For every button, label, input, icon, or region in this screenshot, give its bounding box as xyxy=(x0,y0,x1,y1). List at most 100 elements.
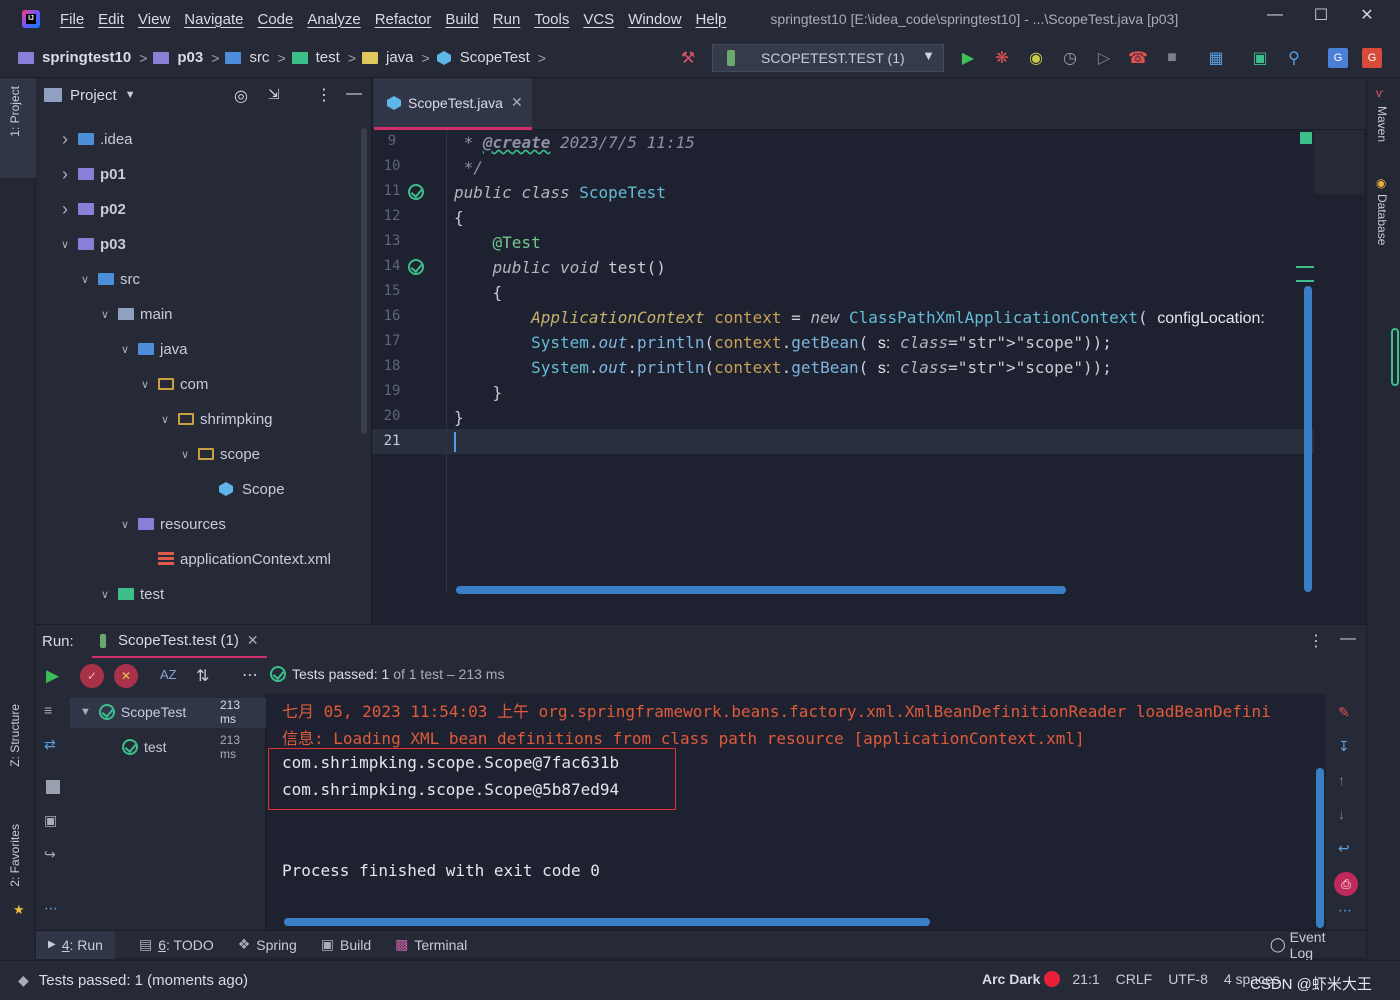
scroll-to-end-icon[interactable]: ↧ xyxy=(1338,738,1350,755)
test-passed-check-icon[interactable] xyxy=(408,184,424,200)
project-view-selector[interactable]: Project xyxy=(70,87,117,104)
tool-tab-database[interactable]: Database xyxy=(1375,194,1389,245)
run-icon[interactable]: ▶ xyxy=(958,48,978,68)
hide-panel-icon[interactable]: — xyxy=(1340,630,1356,648)
tree-item-test[interactable]: ∨ test xyxy=(98,581,164,607)
code-line[interactable]: } xyxy=(454,380,503,405)
breadcrumb-item-module[interactable]: p03 > xyxy=(153,49,225,66)
tool-tab-terminal[interactable]: ▩ Terminal xyxy=(395,936,467,953)
tree-item-shrimpking[interactable]: ∨ shrimpking xyxy=(158,406,273,432)
tree-item--idea[interactable]: › .idea xyxy=(58,126,133,152)
collapse-all-icon[interactable]: ⇲ xyxy=(268,86,280,103)
close-tab-icon[interactable]: ✕ xyxy=(247,632,259,649)
breadcrumb-item-src[interactable]: src > xyxy=(225,49,291,66)
project-structure-icon[interactable]: ▦ xyxy=(1206,48,1226,68)
code-line[interactable]: public void test() xyxy=(454,255,666,280)
code-line[interactable]: public class ScopeTest xyxy=(454,180,666,205)
event-log-button[interactable]: ◯ Event Log xyxy=(1270,929,1342,961)
code-line[interactable]: */ xyxy=(454,155,483,180)
close-window-button[interactable]: ✕ xyxy=(1344,0,1390,30)
line-separator[interactable]: CRLF xyxy=(1116,971,1153,987)
chevron-down-icon[interactable]: ∨ xyxy=(158,413,172,426)
code-editor[interactable]: 9 * @create 2023/7/5 11:15 10 */ 11 public … xyxy=(372,130,1366,594)
build-hammer-icon[interactable]: ⚒ xyxy=(678,48,698,68)
test-node-scopetest[interactable]: ▼ ScopeTest 213 ms xyxy=(80,698,240,726)
menu-window[interactable]: Window xyxy=(628,11,681,28)
tree-item-p01[interactable]: › p01 xyxy=(58,161,126,187)
minimize-button[interactable]: — xyxy=(1252,0,1298,30)
test-node-test[interactable]: test 213 ms xyxy=(122,733,240,761)
console-horizontal-scrollbar[interactable] xyxy=(284,918,930,926)
locate-file-icon[interactable]: ◎ xyxy=(234,86,248,106)
show-ignored-icon[interactable]: ✕ xyxy=(114,664,138,688)
menu-run[interactable]: Run xyxy=(493,11,521,28)
console-output[interactable]: 七月 05, 2023 11:54:03 上午 org.springframew… xyxy=(266,694,1326,930)
editor-horizontal-scrollbar[interactable] xyxy=(456,586,1066,594)
editor-vertical-scrollbar[interactable] xyxy=(1304,286,1312,592)
translate-icon[interactable]: G xyxy=(1328,48,1348,68)
menu-build[interactable]: Build xyxy=(445,11,478,28)
breadcrumb-item-test[interactable]: test > xyxy=(291,49,362,66)
breadcrumb-item-class[interactable]: ScopeTest > xyxy=(436,49,552,66)
breadcrumb-item-project[interactable]: springtest10 > xyxy=(18,49,153,66)
more-icon[interactable]: ⋯ xyxy=(44,900,58,917)
screenshot-icon[interactable]: ▣ xyxy=(44,812,57,829)
code-line[interactable]: ApplicationContext context = new ClassPa… xyxy=(454,305,1265,330)
code-line[interactable]: } xyxy=(454,405,464,430)
menu-analyze[interactable]: Analyze xyxy=(307,11,360,28)
sort-alpha-icon[interactable]: AZ xyxy=(160,667,177,682)
up-arrow-icon[interactable]: ↑ xyxy=(1338,772,1345,788)
tree-item-java[interactable]: ∨ java xyxy=(118,336,188,362)
tool-tab-maven[interactable]: Maven xyxy=(1375,106,1389,142)
code-line[interactable]: { xyxy=(454,205,464,230)
exit-icon[interactable]: ↪ xyxy=(44,846,56,863)
chevron-right-icon[interactable]: › xyxy=(58,164,72,185)
tool-tab-spring[interactable]: ❖ Spring xyxy=(238,936,297,953)
chevron-down-icon[interactable]: ∨ xyxy=(118,343,132,356)
tool-tab-todo[interactable]: ▤ 6: TODO xyxy=(139,936,214,953)
chevron-down-icon[interactable]: ∨ xyxy=(178,448,192,461)
tree-item-resources[interactable]: ∨ resources xyxy=(118,511,226,537)
tree-item-scope[interactable]: Scope xyxy=(198,476,285,502)
stop-icon[interactable] xyxy=(46,780,60,794)
more-actions-icon[interactable]: ⋯ xyxy=(242,665,258,685)
breadcrumb-item-java[interactable]: java > xyxy=(362,49,436,66)
code-line[interactable]: { xyxy=(454,280,503,305)
menu-file[interactable]: File xyxy=(60,11,84,28)
wrap-icon[interactable]: ≡ xyxy=(44,702,52,718)
sort-duration-icon[interactable]: ⇅ xyxy=(196,666,209,686)
options-icon[interactable]: ⋮ xyxy=(1308,631,1324,651)
menu-edit[interactable]: Edit xyxy=(98,11,124,28)
tool-tab-run[interactable]: ▶ 4: Run xyxy=(36,930,115,959)
toggle-icon[interactable]: ⇄ xyxy=(44,736,56,753)
inspection-ok-icon[interactable] xyxy=(1300,132,1312,144)
tree-item-p03[interactable]: ∨ p03 xyxy=(58,231,126,257)
menu-navigate[interactable]: Navigate xyxy=(184,11,243,28)
tree-item-src[interactable]: ∨ src xyxy=(78,266,140,292)
search-icon[interactable]: ⚲ xyxy=(1284,48,1304,68)
code-line[interactable]: System.out.println(context.getBean( s: c… xyxy=(454,355,1112,380)
menu-code[interactable]: Code xyxy=(257,11,293,28)
maximize-button[interactable]: ☐ xyxy=(1298,0,1344,30)
terminal-icon[interactable]: ▣ xyxy=(1250,48,1270,68)
down-arrow-icon[interactable]: ↓ xyxy=(1338,806,1345,822)
console-vertical-scrollbar[interactable] xyxy=(1316,768,1324,928)
chevron-down-icon[interactable]: ∨ xyxy=(138,378,152,391)
chevron-down-icon[interactable]: ∨ xyxy=(118,518,132,531)
menu-help[interactable]: Help xyxy=(696,11,727,28)
chevron-down-icon[interactable]: ▼ xyxy=(125,89,136,101)
code-line[interactable]: @Test xyxy=(454,230,541,255)
stop-icon[interactable]: ■ xyxy=(1162,48,1182,68)
tree-item-applicationcontext-xml[interactable]: applicationContext.xml xyxy=(138,546,331,572)
tree-item-main[interactable]: ∨ main xyxy=(98,301,173,327)
run-configuration-select[interactable]: SCOPETEST.TEST (1) ▼ xyxy=(712,44,944,72)
rerun-icon[interactable]: ▶ xyxy=(46,666,59,686)
chevron-down-icon[interactable]: ∨ xyxy=(98,588,112,601)
editor-tab-scopetest[interactable]: ScopeTest.java ✕ xyxy=(374,78,532,130)
tool-tab-favorites[interactable]: 2: Favorites xyxy=(8,824,22,887)
chevron-right-icon[interactable]: › xyxy=(58,129,72,150)
chevron-right-icon[interactable]: › xyxy=(58,199,72,220)
options-icon[interactable]: ⋮ xyxy=(316,85,332,105)
tree-item-com[interactable]: ∨ com xyxy=(138,371,208,397)
tool-tab-structure[interactable]: Z: Structure xyxy=(8,704,22,767)
